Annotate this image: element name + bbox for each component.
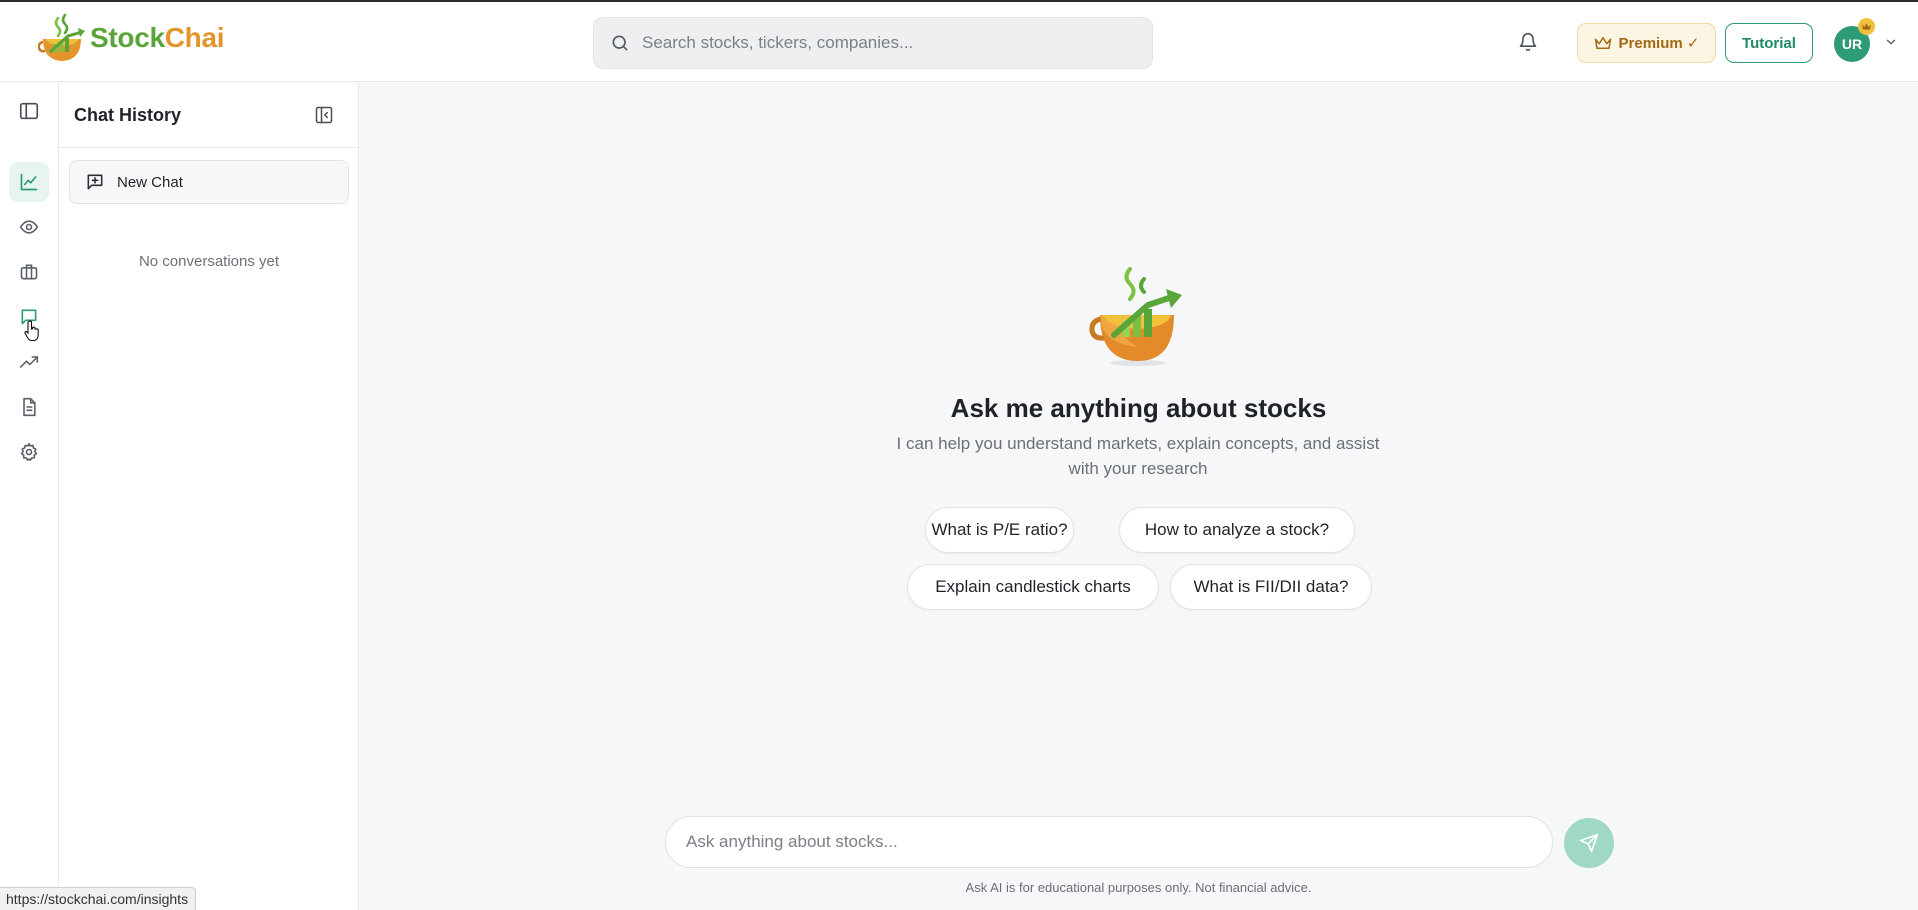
- chat-input[interactable]: [686, 832, 1526, 852]
- message-plus-icon: [87, 174, 103, 190]
- user-menu-chevron-down-icon[interactable]: [1884, 35, 1898, 54]
- chat-composer[interactable]: [665, 816, 1553, 868]
- panel-collapse-icon: [315, 106, 333, 124]
- chat-main-area: Ask me anything about stocks I can help …: [359, 83, 1918, 910]
- nav-portfolio[interactable]: [9, 252, 49, 292]
- trending-up-icon: [19, 356, 39, 368]
- document-icon: [23, 397, 36, 417]
- gear-icon: [20, 442, 38, 461]
- nav-watchlist[interactable]: [9, 207, 49, 247]
- global-search[interactable]: [593, 17, 1153, 69]
- premium-label: Premium ✓: [1618, 35, 1700, 52]
- icon-sidebar: [0, 83, 59, 910]
- nav-trends[interactable]: [9, 342, 49, 382]
- nav-reports[interactable]: [9, 387, 49, 427]
- browser-status-url: https://stockchai.com/insights: [0, 887, 197, 910]
- new-chat-button[interactable]: New Chat: [69, 160, 349, 204]
- send-button[interactable]: [1564, 818, 1614, 868]
- brand-logo[interactable]: StockChai: [38, 12, 225, 64]
- empty-history-message: No conversations yet: [138, 253, 280, 270]
- chai-cup-hero-icon: [1088, 265, 1188, 374]
- eye-icon: [19, 220, 39, 234]
- ai-disclaimer: Ask AI is for educational purposes only.…: [965, 880, 1312, 895]
- suggestion-chip[interactable]: What is FII/DII data?: [1170, 564, 1372, 610]
- send-icon: [1579, 833, 1599, 853]
- nav-markets[interactable]: [9, 162, 49, 202]
- premium-crown-badge-icon: [1858, 18, 1875, 35]
- suggestion-chip[interactable]: Explain candlestick charts: [907, 564, 1159, 610]
- tutorial-button[interactable]: Tutorial: [1725, 23, 1813, 63]
- line-chart-icon: [20, 173, 38, 191]
- suggestion-chip[interactable]: How to analyze a stock?: [1119, 507, 1355, 553]
- bell-icon: [1519, 32, 1537, 52]
- search-icon: [612, 35, 628, 51]
- chat-history-panel: Chat History New Chat No conversations y…: [59, 83, 359, 910]
- chai-cup-logo-icon: [38, 13, 85, 61]
- notifications-button[interactable]: [1518, 32, 1538, 57]
- briefcase-icon: [20, 264, 38, 280]
- brand-name: StockChai: [90, 22, 225, 53]
- toggle-sidebar-button[interactable]: [9, 91, 49, 131]
- top-header: StockChai Premium ✓ Tutorial UR: [0, 2, 1918, 82]
- chat-welcome-title: Ask me anything about stocks: [950, 393, 1327, 423]
- sidebar-panel-icon: [19, 102, 39, 120]
- crown-icon: [1594, 37, 1611, 49]
- premium-button[interactable]: Premium ✓: [1577, 23, 1716, 63]
- chat-history-title: Chat History: [74, 104, 182, 125]
- nav-settings[interactable]: [9, 432, 49, 472]
- suggestion-chip[interactable]: What is P/E ratio?: [925, 507, 1074, 553]
- collapse-history-button[interactable]: [314, 105, 334, 130]
- new-chat-label: New Chat: [117, 173, 183, 191]
- search-input[interactable]: [642, 33, 1122, 53]
- chat-welcome-subtitle: I can help you understand markets, expla…: [896, 434, 1380, 478]
